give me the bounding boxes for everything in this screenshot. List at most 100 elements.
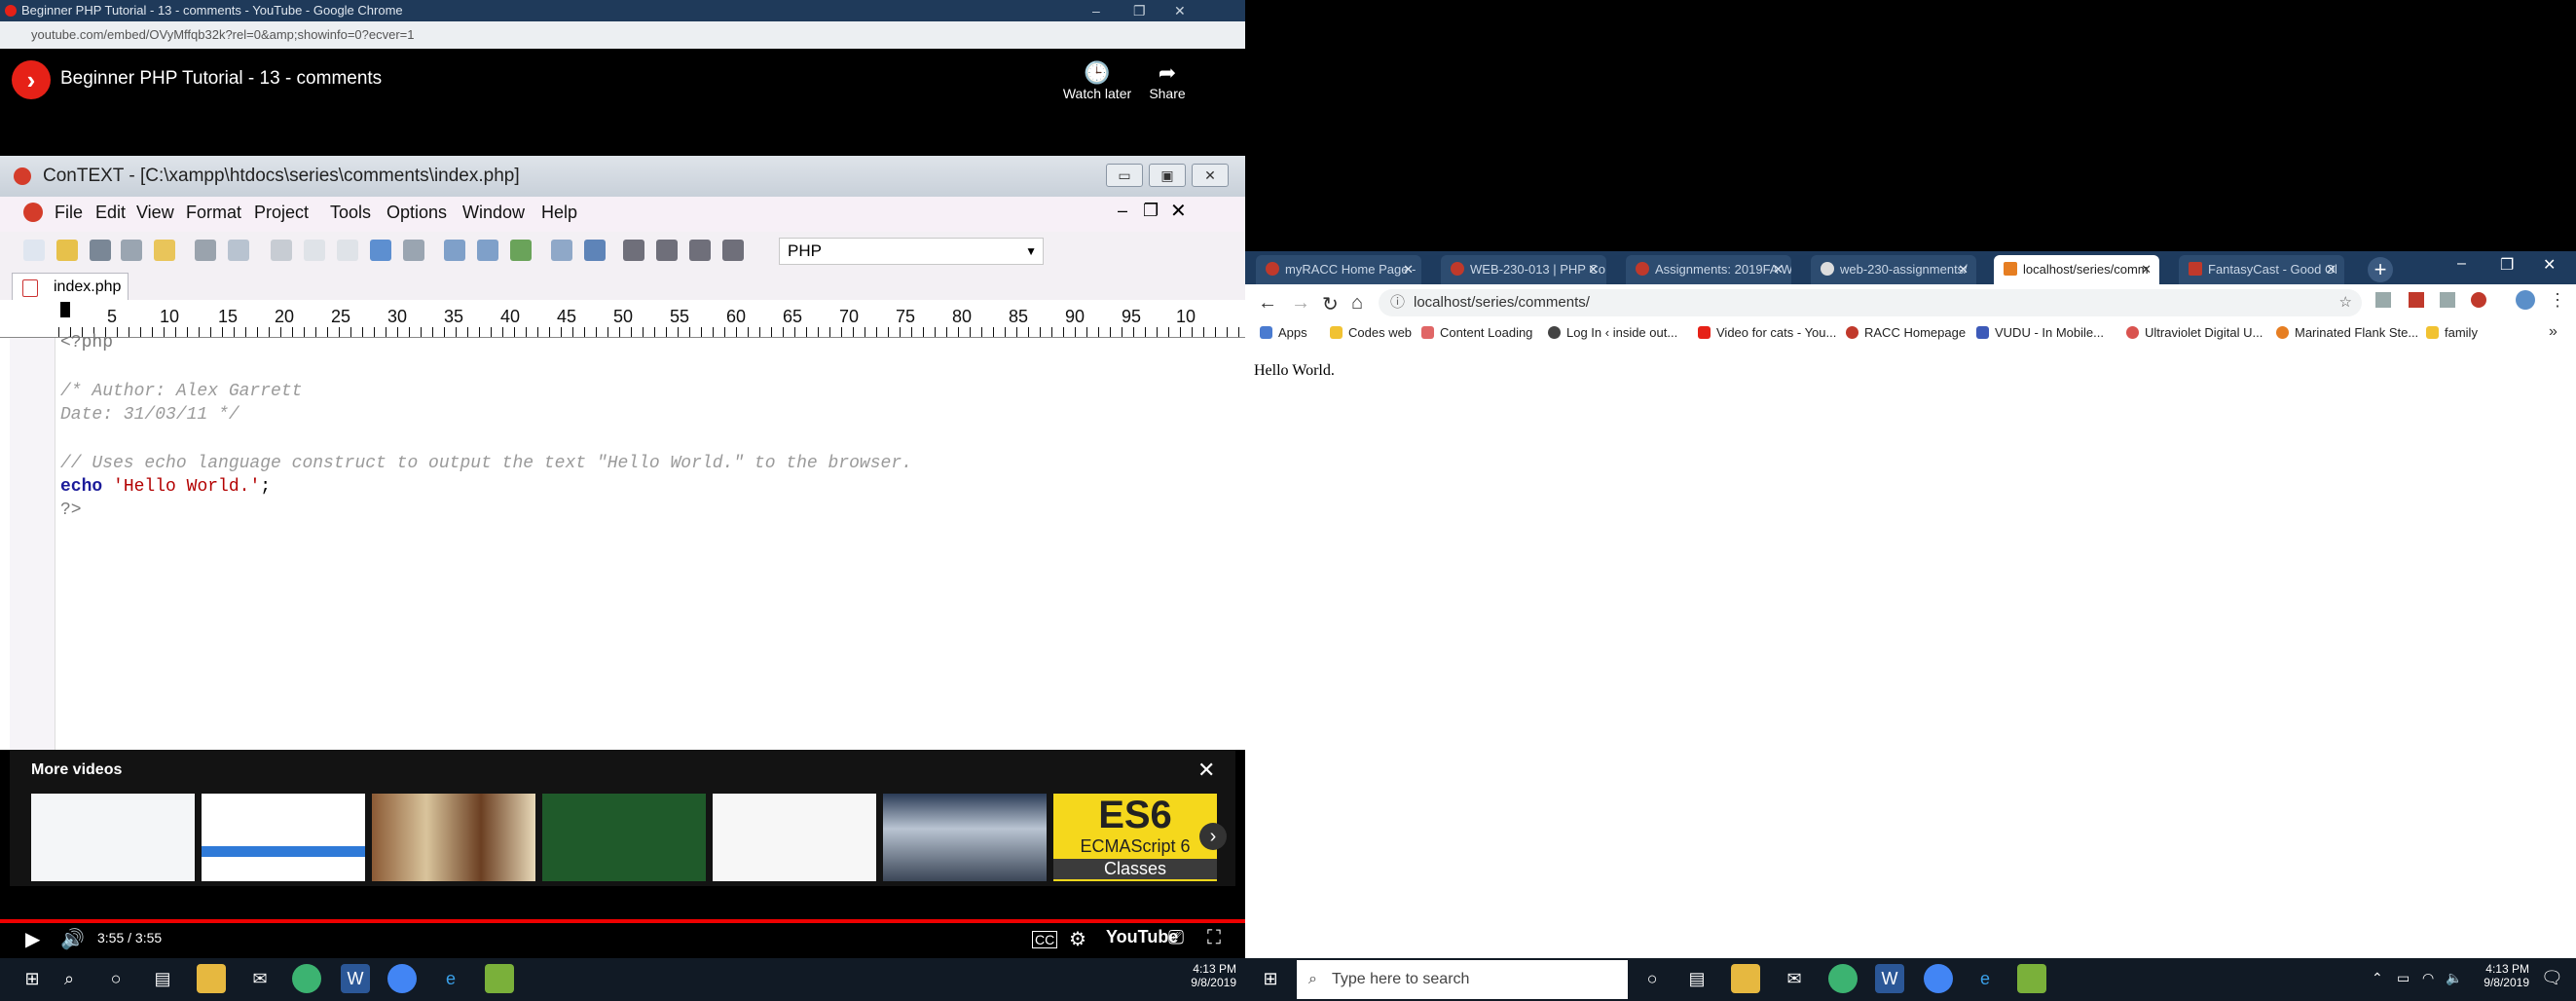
doc-restore-button[interactable]: ❐ [1143, 201, 1159, 221]
print-icon[interactable] [195, 240, 216, 261]
menu-project[interactable]: Project [254, 203, 309, 223]
user-command-4-icon[interactable] [722, 240, 744, 261]
new-tab-button[interactable]: + [2368, 257, 2393, 282]
progress-bar[interactable] [0, 919, 1245, 923]
right-minimize-button[interactable]: – [2457, 255, 2466, 273]
task-view-icon[interactable]: ▤ [148, 964, 177, 993]
cortana-icon[interactable]: ○ [1638, 964, 1667, 993]
menu-format[interactable]: Format [186, 203, 241, 223]
chrome-icon[interactable] [387, 964, 417, 993]
star-icon[interactable]: ☆ [2339, 289, 2352, 316]
app-icon[interactable] [292, 964, 321, 993]
bookmark-marinated[interactable]: Marinated Flank Ste... [2276, 325, 2418, 340]
right-clock[interactable]: 4:13 PM 9/8/2019 [2461, 962, 2529, 989]
tray-chevron-icon[interactable]: ⌃ [2372, 970, 2383, 986]
menu-kebab-icon[interactable]: ⋮ [2549, 290, 2566, 311]
doc-minimize-button[interactable]: – [1118, 201, 1127, 221]
start-icon[interactable]: ⊞ [18, 964, 47, 993]
word-icon[interactable]: W [1875, 964, 1904, 993]
home-icon[interactable]: ⌂ [1351, 292, 1363, 315]
bookmark-video-for-cats[interactable]: Video for cats - You... [1698, 325, 1836, 340]
bookmark-log-in[interactable]: Log In ‹ inside out... [1548, 325, 1677, 340]
context-minimize-button[interactable]: ▭ [1106, 164, 1143, 187]
app-icon[interactable] [1828, 964, 1858, 993]
undo-icon[interactable] [370, 240, 391, 261]
play-button[interactable]: ▶ [25, 927, 40, 951]
settings-gear-icon[interactable]: ⚙ [1069, 927, 1086, 951]
mail-icon[interactable]: ✉ [1780, 964, 1809, 993]
edge-icon[interactable]: e [436, 964, 465, 993]
cortana-icon[interactable]: ○ [101, 964, 130, 993]
task-view-icon[interactable]: ▤ [1682, 964, 1711, 993]
tab-fantasycast[interactable]: FantasyCast - Good Ol ✕ [2179, 255, 2344, 284]
tab-localhost[interactable]: localhost/series/comm ✕ [1994, 255, 2159, 284]
find-icon[interactable] [444, 240, 465, 261]
bookmark-content-loading[interactable]: Content Loading [1421, 325, 1532, 340]
close-icon[interactable]: ✕ [1197, 758, 1215, 783]
tab-close-icon[interactable]: ✕ [2326, 255, 2337, 284]
video-thumbnail[interactable] [372, 794, 535, 881]
user-command-1-icon[interactable] [623, 240, 644, 261]
next-videos-button[interactable]: › [1199, 823, 1227, 850]
right-close-button[interactable]: ✕ [2543, 255, 2556, 275]
user-command-2-icon[interactable] [656, 240, 678, 261]
tab-assignments[interactable]: Assignments: 2019FA W ✕ [1626, 255, 1791, 284]
more-bookmarks-icon[interactable]: » [2549, 323, 2558, 341]
volume-icon[interactable]: 🔈 [2446, 970, 2462, 986]
extension-icon[interactable] [2440, 292, 2455, 308]
tab-close-icon[interactable]: ✕ [1588, 255, 1599, 284]
copy-icon[interactable] [304, 240, 325, 261]
omnibox[interactable]: ⓘ localhost/series/comments/ ☆ [1379, 289, 2362, 316]
bookmark-family[interactable]: family [2426, 325, 2478, 340]
save-icon[interactable] [90, 240, 111, 261]
print-preview-icon[interactable] [228, 240, 249, 261]
redo-icon[interactable] [403, 240, 424, 261]
volume-icon[interactable]: 🔊 [60, 927, 85, 951]
battery-icon[interactable]: ▭ [2397, 970, 2410, 986]
menu-window[interactable]: Window [462, 203, 525, 223]
channel-logo-icon[interactable]: › [12, 60, 51, 99]
video-title[interactable]: Beginner PHP Tutorial - 13 - comments [60, 68, 382, 90]
search-icon[interactable]: ⌕ [55, 964, 84, 993]
tab-web-230[interactable]: WEB-230-013 | PHP Co ✕ [1441, 255, 1606, 284]
save-all-icon[interactable] [121, 240, 142, 261]
context-maximize-button[interactable]: ▣ [1149, 164, 1186, 187]
captions-button[interactable]: CC [1032, 931, 1058, 948]
left-address-bar[interactable]: youtube.com/embed/OVyMffqb32k?rel=0&amp;… [0, 21, 1245, 49]
video-thumbnail[interactable] [202, 794, 365, 881]
context-close-button[interactable]: ✕ [1192, 164, 1229, 187]
language-select[interactable]: PHP ▼ [779, 238, 1044, 265]
new-file-icon[interactable] [23, 240, 45, 261]
menu-view[interactable]: View [136, 203, 174, 223]
video-thumbnail[interactable] [31, 794, 195, 881]
video-thumbnail[interactable] [542, 794, 706, 881]
tools-icon[interactable] [584, 240, 606, 261]
doc-close-button[interactable]: ✕ [1170, 199, 1187, 223]
bookmark-apps[interactable]: Apps [1260, 325, 1307, 340]
file-explorer-icon[interactable] [197, 964, 226, 993]
cut-icon[interactable] [271, 240, 292, 261]
fullscreen-icon[interactable]: ⛶ [1207, 927, 1221, 949]
word-icon[interactable]: W [341, 964, 370, 993]
tab-myracc[interactable]: myRACC Home Page - ✕ [1256, 255, 1421, 284]
maximize-button[interactable]: ❐ [1133, 0, 1146, 21]
close-button[interactable]: ✕ [1174, 0, 1186, 21]
reload-icon[interactable]: ↻ [1322, 292, 1339, 316]
tab-close-icon[interactable]: ✕ [1958, 255, 1969, 284]
video-thumbnail-es6[interactable]: ES6 ECMAScript 6 Classes [1053, 794, 1217, 881]
tab-github[interactable]: web-230-assignments/✕ [1811, 255, 1976, 284]
menu-tools[interactable]: Tools [330, 203, 371, 223]
ruler-marker[interactable] [60, 302, 70, 317]
tab-close-icon[interactable]: ✕ [1773, 255, 1784, 284]
bookmark-racc[interactable]: RACC Homepage [1846, 325, 1966, 340]
file-explorer-icon[interactable] [1731, 964, 1760, 993]
folder-icon[interactable] [154, 240, 175, 261]
menu-options[interactable]: Options [386, 203, 447, 223]
paste-icon[interactable] [337, 240, 358, 261]
taskbar-search-input[interactable]: ⌕ Type here to search [1297, 960, 1628, 999]
menu-help[interactable]: Help [541, 203, 577, 223]
extension-icon[interactable] [2375, 292, 2391, 308]
lastpass-icon[interactable] [2471, 292, 2486, 308]
find-next-icon[interactable] [477, 240, 498, 261]
export-icon[interactable] [551, 240, 572, 261]
